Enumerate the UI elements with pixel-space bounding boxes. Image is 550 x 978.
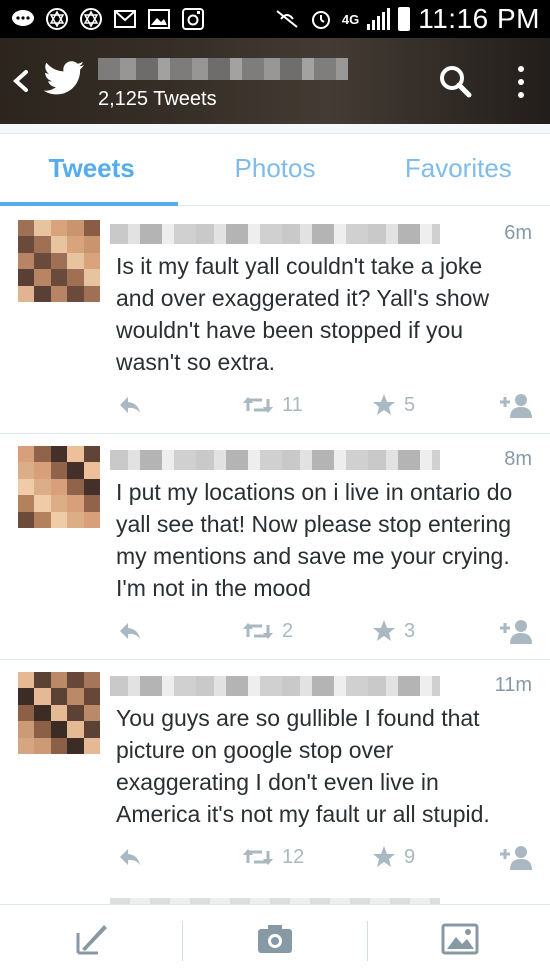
tweet-text: I put my locations on i live in ontario … (116, 479, 513, 601)
status-bar: 4G 11:16 PM (0, 0, 550, 38)
reply-button[interactable] (118, 842, 142, 872)
search-icon[interactable] (438, 64, 472, 98)
favorite-count: 9 (404, 845, 416, 868)
profile-name-redacted (98, 58, 348, 80)
retweet-count: 11 (282, 393, 303, 416)
tweet-timestamp: 11m (494, 674, 532, 696)
reply-icon (118, 621, 142, 641)
author-name-redacted[interactable] (110, 676, 440, 696)
avatar[interactable] (18, 220, 100, 302)
tweet-timestamp: 6m (504, 222, 532, 244)
tweet-item[interactable]: 11m You guys are so gullible I found that… (0, 660, 550, 886)
image-notification-icon (146, 8, 172, 30)
bottom-toolbar (0, 904, 550, 978)
reply-icon (118, 395, 142, 415)
star-of-david-icon (44, 8, 70, 30)
signal-strength-icon (367, 8, 391, 30)
favorite-button[interactable]: 9 (372, 842, 415, 872)
add-user-icon (498, 392, 532, 418)
reply-icon (118, 847, 142, 867)
retweet-count: 12 (282, 845, 305, 868)
tweet-actions: 12 9 (110, 842, 540, 872)
camera-icon[interactable] (255, 919, 295, 959)
tweet-text: Is it my fault yall couldn't take a joke… (116, 253, 490, 375)
profile-tabs: Tweets Photos Favorites (0, 134, 550, 206)
avatar[interactable] (18, 672, 100, 754)
author-name-redacted[interactable] (110, 224, 440, 244)
star-icon (372, 393, 396, 417)
instagram-icon (180, 8, 206, 30)
chat-bubble-icon (10, 8, 36, 30)
mail-icon (112, 8, 138, 30)
tweet-text: You guys are so gullible I found that pi… (116, 705, 490, 827)
tab-favorites[interactable]: Favorites (367, 134, 550, 205)
follow-button[interactable] (498, 842, 532, 872)
retweet-count: 2 (282, 619, 294, 642)
author-name-redacted[interactable] (110, 450, 440, 470)
tweet-actions: 11 5 (110, 390, 540, 420)
reply-button[interactable] (118, 390, 142, 420)
tweet-actions: 23 (110, 616, 540, 646)
follow-button[interactable] (498, 390, 532, 420)
tweet-item[interactable]: 8m I put my locations on i live in ontari… (0, 434, 550, 660)
star-icon (372, 619, 396, 643)
network-type-label: 4G (341, 11, 360, 27)
battery-icon (398, 7, 411, 31)
star-icon (372, 845, 396, 869)
next-tweet-peek (0, 884, 550, 904)
retweet-button[interactable]: 2 (242, 616, 293, 646)
compose-tweet-icon[interactable] (72, 919, 112, 959)
retweet-icon (242, 621, 274, 641)
clock: 11:16 PM (418, 3, 540, 34)
tweet-timestamp: 8m (504, 448, 532, 470)
retweet-button[interactable]: 11 (242, 390, 303, 420)
tab-tweets[interactable]: Tweets (0, 134, 183, 206)
alarm-icon (308, 8, 334, 30)
star-of-david-icon (78, 8, 104, 30)
nfc-mute-icon (274, 8, 300, 30)
retweet-icon (242, 395, 274, 415)
tweet-item[interactable]: 6m Is it my fault yall couldn't take a jo… (0, 208, 550, 434)
add-user-icon (498, 618, 532, 644)
favorite-count: 5 (404, 393, 416, 416)
favorite-count: 3 (404, 619, 416, 642)
photo-gallery-icon[interactable] (440, 919, 480, 959)
follow-button[interactable] (498, 616, 532, 646)
retweet-button[interactable]: 12 (242, 842, 304, 872)
tweet-count: 2,125 Tweets (98, 88, 217, 110)
add-user-icon (498, 844, 532, 870)
overflow-menu-icon[interactable] (514, 62, 528, 102)
twitter-bird-icon[interactable] (43, 60, 86, 100)
favorite-button[interactable]: 3 (372, 616, 415, 646)
tab-photos[interactable]: Photos (183, 134, 366, 205)
retweet-icon (242, 847, 274, 867)
reply-button[interactable] (118, 616, 142, 646)
avatar[interactable] (18, 446, 100, 528)
back-arrow-icon[interactable] (10, 66, 32, 96)
favorite-button[interactable]: 5 (372, 390, 415, 420)
profile-header: 2,125 Tweets (0, 38, 550, 124)
